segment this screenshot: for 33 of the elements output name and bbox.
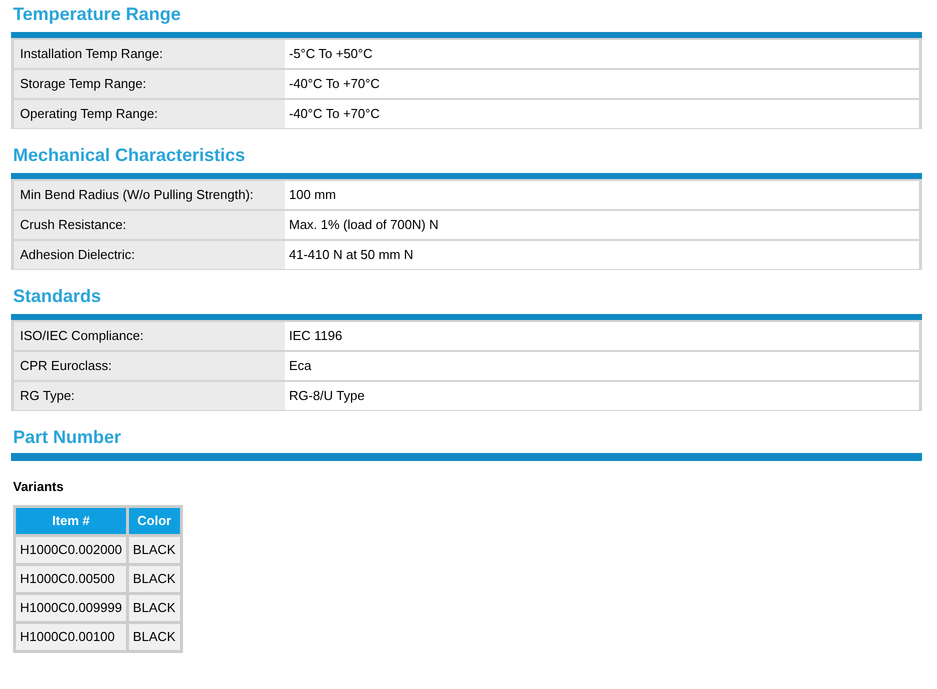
section-heading: Standards bbox=[12, 285, 102, 308]
section-heading: Mechanical Characteristics bbox=[12, 144, 246, 167]
spec-value: 100 mm bbox=[288, 186, 337, 204]
table-cell: BLACK bbox=[128, 537, 180, 563]
spec-label: RG Type: bbox=[14, 382, 285, 410]
spec-label: Operating Temp Range: bbox=[14, 100, 285, 128]
spec-value: Max. 1% (load of 700N) N bbox=[288, 216, 440, 234]
spec-label: Installation Temp Range: bbox=[14, 40, 285, 68]
table-cell: H1000C0.009999 bbox=[16, 595, 126, 621]
spec-label: Crush Resistance: bbox=[14, 211, 285, 239]
spec-label: ISO/IEC Compliance: bbox=[14, 322, 285, 350]
spec-label: CPR Euroclass: bbox=[14, 352, 285, 380]
column-header: Item # bbox=[16, 508, 126, 534]
table-cell: H1000C0.00100 bbox=[16, 624, 126, 650]
table-cell: BLACK bbox=[128, 595, 180, 621]
spec-label: Adhesion Dielectric: bbox=[14, 241, 285, 269]
spec-label: Storage Temp Range: bbox=[14, 70, 285, 98]
spec-value: -5°C To +50°C bbox=[288, 45, 374, 64]
table-cell: H1000C0.00500 bbox=[16, 566, 126, 592]
spec-label: Min Bend Radius (W/o Pulling Strength): bbox=[14, 181, 285, 209]
section-heading: Part Number bbox=[12, 426, 122, 449]
spec-value: Eca bbox=[288, 357, 312, 376]
spec-value: -40°C To +70°C bbox=[288, 105, 381, 124]
spec-value: -40°C To +70°C bbox=[288, 75, 381, 94]
spec-value: RG-8/U Type bbox=[288, 387, 366, 406]
table-cell: H1000C0.002000 bbox=[16, 537, 126, 563]
column-header: Color bbox=[128, 508, 180, 534]
section-heading: Temperature Range bbox=[12, 3, 182, 26]
spec-value: IEC 1196 bbox=[288, 327, 344, 346]
table-cell: BLACK bbox=[128, 624, 180, 650]
spec-value: 41-410 N at 50 mm N bbox=[288, 246, 414, 264]
table-caption: Variants bbox=[12, 478, 65, 496]
table-cell: BLACK bbox=[128, 566, 180, 592]
